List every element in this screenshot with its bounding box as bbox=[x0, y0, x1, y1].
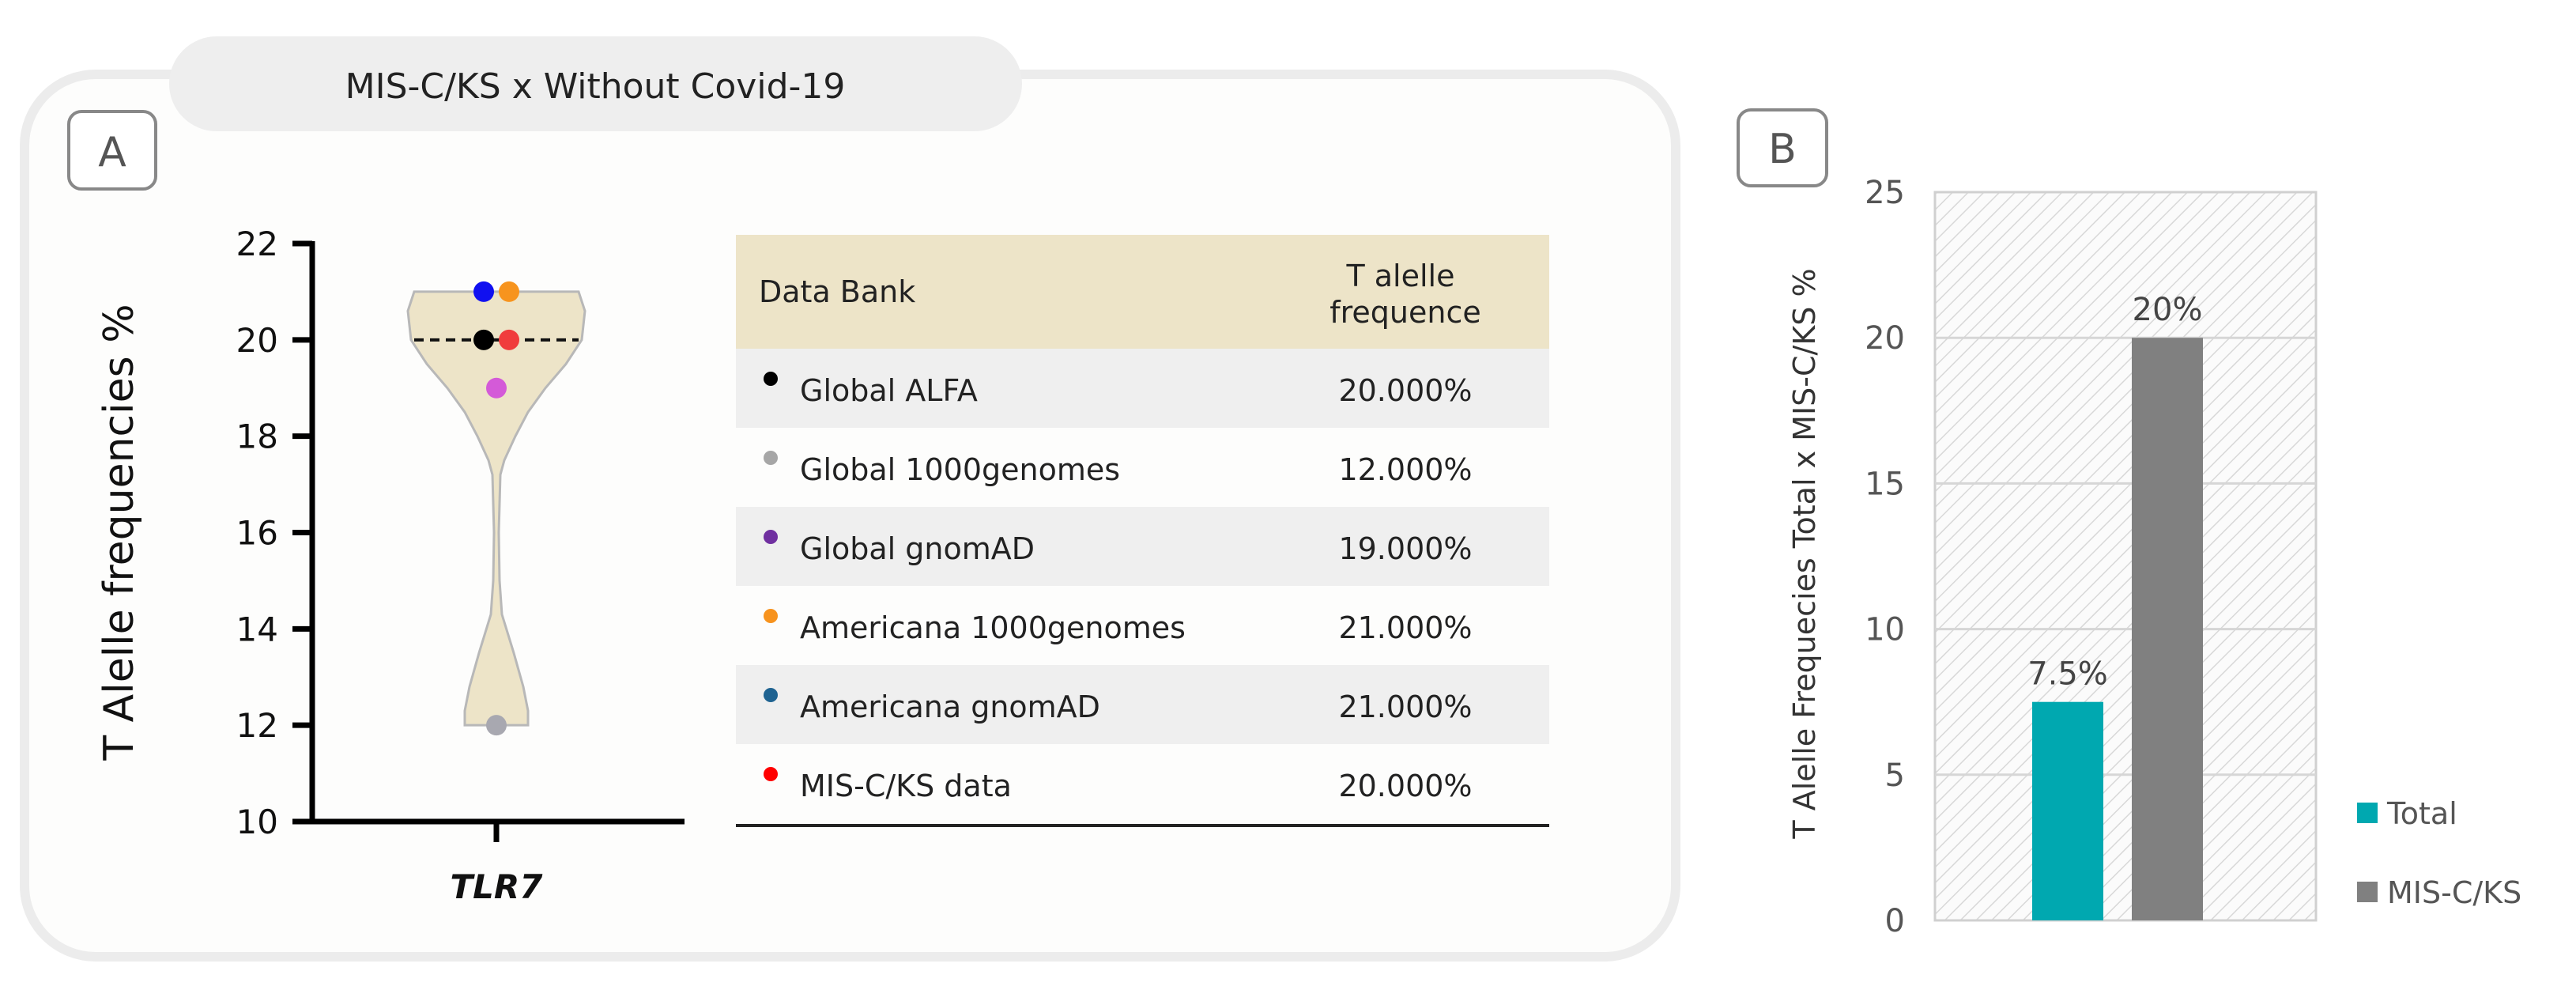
table-row-value: 21.000% bbox=[1338, 690, 1472, 724]
panel-a-label: A bbox=[98, 129, 126, 176]
violin-point bbox=[499, 329, 519, 350]
data-bank-table: Data Bank T alelle frequence Global ALFA… bbox=[736, 235, 1549, 827]
violin-y-tick-label: 14 bbox=[236, 610, 278, 648]
violin-point bbox=[499, 281, 519, 302]
violin-y-tick-label: 20 bbox=[236, 321, 278, 360]
legend-item: MIS-C/KS bbox=[2357, 875, 2521, 910]
panel-b-label: B bbox=[1768, 126, 1797, 173]
legend-item: Total bbox=[2357, 796, 2457, 831]
bar-y-tick-label: 15 bbox=[1865, 466, 1905, 502]
violin-y-tick-label: 16 bbox=[236, 514, 278, 553]
table-row-bank: Americana gnomAD bbox=[800, 690, 1100, 724]
bar-data-label: 20% bbox=[2133, 292, 2203, 328]
bar-y-tick-label: 25 bbox=[1865, 175, 1905, 211]
table-row-dot bbox=[764, 688, 778, 702]
table-row-bank: Global 1000genomes bbox=[800, 452, 1120, 487]
table-row-dot bbox=[764, 609, 778, 623]
legend-label: MIS-C/KS bbox=[2387, 875, 2521, 910]
table-row-bank: Global ALFA bbox=[800, 373, 978, 408]
table-row-dot bbox=[764, 767, 778, 781]
table-row-bank: MIS-C/KS data bbox=[800, 769, 1012, 803]
figure: MIS-C/KS x Without Covid-19 A T Alelle f… bbox=[20, 36, 2521, 962]
table-row-bank: Americana 1000genomes bbox=[800, 610, 1186, 645]
bar-data-label: 7.5% bbox=[2027, 656, 2108, 693]
violin-y-tick-label: 10 bbox=[236, 803, 278, 841]
table-row-dot bbox=[764, 530, 778, 544]
violin-y-tick-label: 12 bbox=[236, 706, 278, 745]
bar-chart: T Alelle Frequecies Total x MIS-C/KS % 0… bbox=[1787, 175, 2521, 939]
bar-mis-c-ks bbox=[2132, 338, 2203, 920]
table-row: Global 1000genomes 12.000% bbox=[764, 451, 1473, 487]
violin-point bbox=[486, 715, 507, 736]
table-row-value: 12.000% bbox=[1338, 452, 1472, 487]
panel-a-title: MIS-C/KS x Without Covid-19 bbox=[345, 66, 846, 107]
table-row-bank: Global gnomAD bbox=[800, 531, 1035, 566]
table-row-value: 19.000% bbox=[1338, 531, 1472, 566]
legend-label: Total bbox=[2386, 796, 2457, 831]
bar-y-tick-label: 10 bbox=[1865, 612, 1905, 648]
violin-y-tick-label: 18 bbox=[236, 417, 278, 456]
bar-plot-area bbox=[1933, 191, 2318, 922]
legend-swatch bbox=[2357, 803, 2378, 823]
table-row-value: 20.000% bbox=[1338, 769, 1472, 803]
violin-point bbox=[486, 377, 507, 399]
violin-y-axis-title: T Alelle frequencies % bbox=[96, 304, 143, 761]
legend-swatch bbox=[2357, 882, 2378, 902]
violin-x-label: TLR7 bbox=[451, 867, 544, 906]
table-row: Global gnomAD 19.000% bbox=[736, 507, 1549, 586]
violin-point bbox=[473, 329, 494, 350]
table-header-value-line1: T alelle bbox=[1345, 259, 1454, 293]
table-row-dot bbox=[764, 372, 778, 386]
table-header-value-line2: frequence bbox=[1329, 295, 1480, 330]
table-row: Global ALFA 20.000% bbox=[736, 349, 1549, 428]
violin-point bbox=[473, 281, 494, 302]
bar-y-tick-label: 20 bbox=[1865, 320, 1905, 357]
bar-y-tick-label: 0 bbox=[1885, 903, 1905, 939]
table-row-value: 20.000% bbox=[1338, 373, 1472, 408]
table-header-bank: Data Bank bbox=[759, 274, 915, 309]
bar-total bbox=[2032, 701, 2103, 920]
bar-y-axis-title: T Alelle Frequecies Total x MIS-C/KS % bbox=[1787, 268, 1822, 839]
table-row: Americana gnomAD 21.000% bbox=[736, 665, 1549, 744]
table-row: Americana 1000genomes 21.000% bbox=[764, 609, 1473, 645]
table-row-dot bbox=[764, 451, 778, 465]
bar-y-tick-label: 5 bbox=[1885, 758, 1905, 794]
violin-y-tick-label: 22 bbox=[236, 225, 278, 263]
table-row-value: 21.000% bbox=[1338, 610, 1472, 645]
